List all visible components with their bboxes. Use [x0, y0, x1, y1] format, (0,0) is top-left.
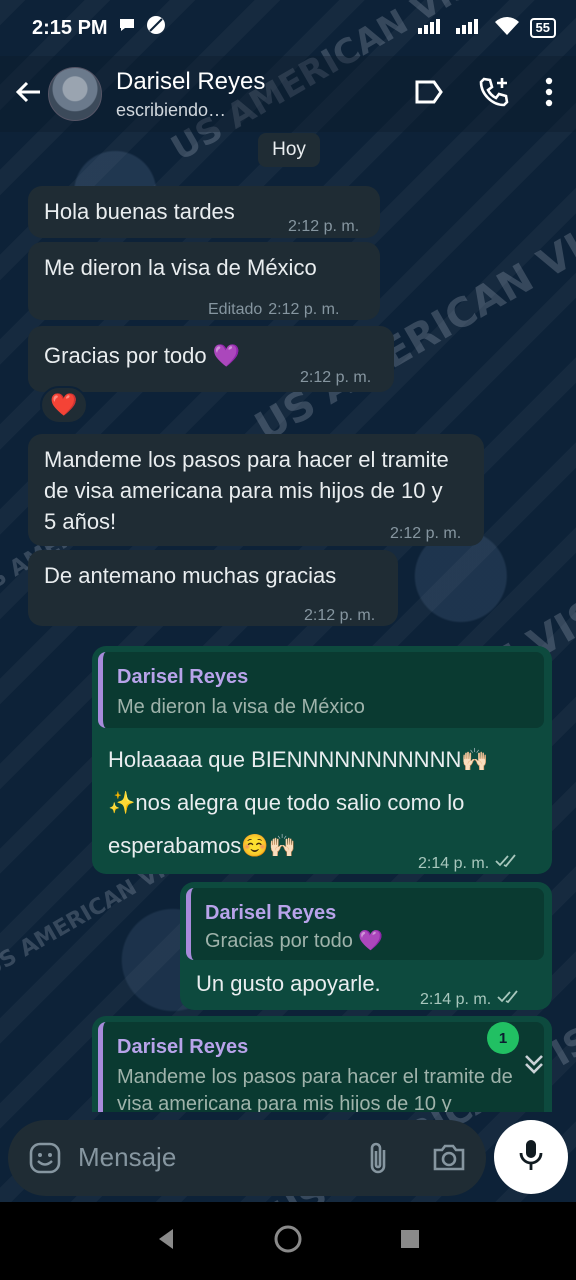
status-time: 2:15 PM [32, 16, 108, 39]
message-bubble-incoming[interactable]: Hola buenas tardes 2:12 p. m. [28, 186, 380, 238]
back-button[interactable] [10, 74, 46, 114]
add-call-button[interactable] [478, 76, 510, 113]
message-text: De antemano muchas gracias [44, 563, 337, 588]
double-check-icon [495, 848, 519, 879]
emoji-button[interactable] [28, 1141, 62, 1180]
wifi-icon [494, 16, 520, 40]
message-time: 2:12 p. m. [304, 607, 376, 624]
signal-icon [417, 18, 446, 38]
block-icon [146, 15, 166, 41]
quoted-text: Mandeme los pasos para hacer el tramite … [117, 1066, 513, 1112]
message-text: Gracias por todo 💜 [44, 343, 241, 368]
emoji-icon [28, 1142, 62, 1179]
message-bubble-incoming[interactable]: De antemano muchas gracias 2:12 p. m. [28, 550, 398, 626]
chat-notification-icon [118, 16, 136, 40]
message-composer: Mensaje [8, 1120, 486, 1196]
message-time: 2:12 p. m. [390, 525, 462, 542]
message-reaction[interactable]: ❤️ [40, 386, 88, 424]
quoted-author: Darisel Reyes [117, 666, 249, 688]
message-text: Me dieron la visa de México [44, 255, 317, 280]
contact-name: Darisel Reyes [116, 67, 266, 95]
camera-button[interactable] [432, 1142, 466, 1177]
message-bubble-outgoing[interactable]: Darisel Reyes Me dieron la visa de Méxic… [92, 646, 552, 874]
message-bubble-outgoing[interactable]: Darisel Reyes Mandeme los pasos para hac… [92, 1016, 552, 1112]
message-bubble-incoming[interactable]: Me dieron la visa de México Editado 2:12… [28, 242, 380, 320]
message-time: 2:12 p. m. [300, 369, 372, 386]
date-chip: Hoy [258, 133, 320, 167]
contact-status: escribiendo… [116, 99, 227, 120]
quoted-message[interactable]: Darisel Reyes Me dieron la visa de Méxic… [98, 652, 544, 728]
message-bubble-incoming[interactable]: Mandeme los pasos para hacer el tramite … [28, 434, 484, 546]
message-time: 2:12 p. m. [268, 301, 340, 318]
message-time: 2:14 p. m. [420, 991, 492, 1008]
attach-icon [364, 1142, 392, 1180]
voice-message-button[interactable] [494, 1120, 568, 1194]
message-text: Hola buenas tardes [44, 199, 235, 224]
message-text: Un gusto apoyarle. [196, 971, 381, 996]
battery-indicator: 55 [529, 18, 556, 38]
double-check-icon [497, 984, 521, 1015]
camera-icon [432, 1144, 466, 1176]
back-arrow-icon [14, 78, 42, 111]
more-options-button[interactable] [544, 77, 554, 112]
message-time: 2:14 p. m. [418, 855, 490, 872]
scroll-to-bottom-button[interactable] [512, 1046, 556, 1086]
edited-label: Editado [208, 301, 263, 318]
add-call-icon [478, 76, 510, 113]
message-input[interactable]: Mensaje [78, 1142, 176, 1173]
label-icon [414, 79, 444, 110]
quoted-text: Gracias por todo 💜 [205, 930, 384, 952]
contact-info[interactable]: Darisel Reyes escribiendo… [116, 68, 265, 121]
quoted-text: Me dieron la visa de México [117, 696, 365, 718]
mic-icon [517, 1138, 545, 1177]
status-bar: 2:15 PM 55 [0, 0, 576, 56]
system-navigation-bar [0, 1202, 576, 1280]
nav-back-icon[interactable] [155, 1227, 177, 1256]
nav-recents-icon[interactable] [399, 1228, 421, 1255]
chat-header: Darisel Reyes escribiendo… [0, 56, 576, 132]
quoted-author: Darisel Reyes [117, 1036, 249, 1058]
attach-button[interactable] [364, 1140, 392, 1181]
quoted-message[interactable]: Darisel Reyes Mandeme los pasos para hac… [98, 1022, 544, 1112]
label-button[interactable] [414, 79, 444, 110]
quoted-author: Darisel Reyes [205, 902, 337, 924]
nav-home-icon[interactable] [273, 1224, 303, 1259]
chevrons-down-icon [521, 1051, 547, 1082]
contact-avatar[interactable] [48, 67, 102, 121]
more-vert-icon [544, 77, 554, 112]
message-bubble-outgoing[interactable]: Darisel Reyes Gracias por todo 💜 Un gust… [180, 882, 552, 1010]
message-time: 2:12 p. m. [288, 218, 360, 235]
message-bubble-incoming[interactable]: Gracias por todo 💜 2:12 p. m. [28, 326, 394, 392]
signal-icon [455, 18, 484, 38]
quoted-message[interactable]: Darisel Reyes Gracias por todo 💜 [186, 888, 544, 960]
